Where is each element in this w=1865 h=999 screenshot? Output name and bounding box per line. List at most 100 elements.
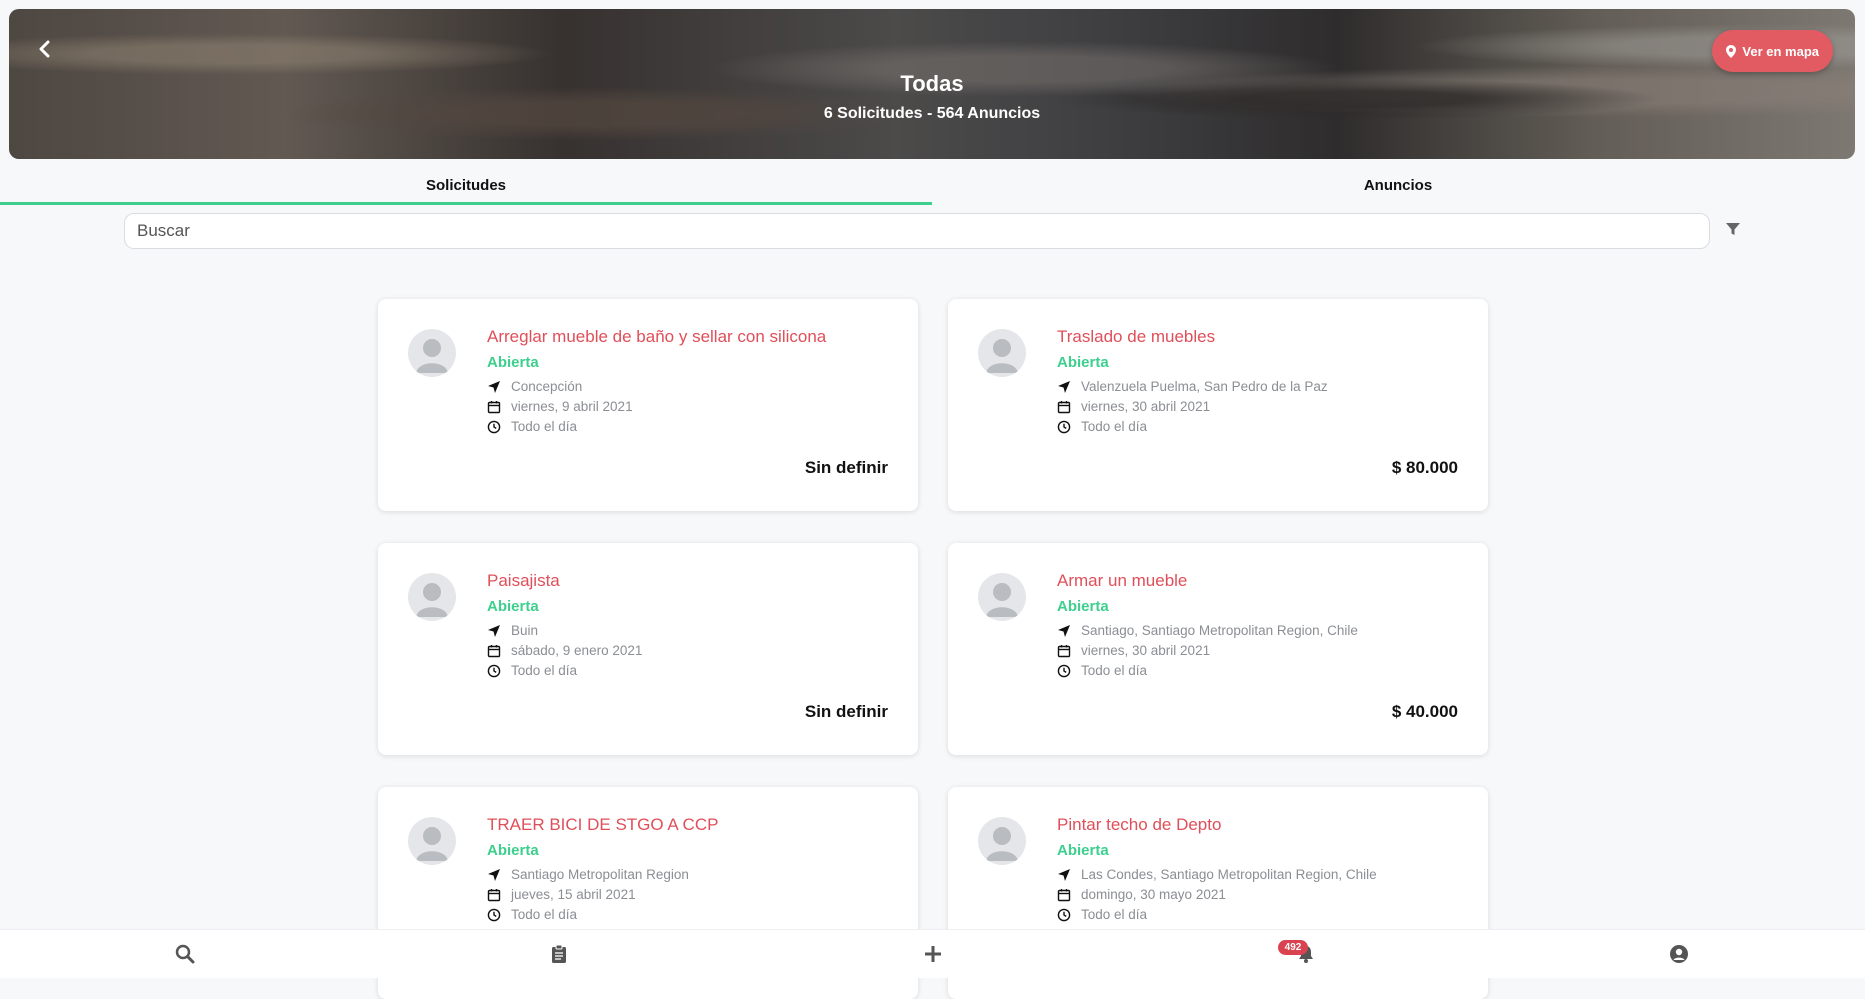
clock-icon bbox=[487, 420, 501, 433]
avatar bbox=[408, 573, 456, 621]
user-placeholder-icon bbox=[416, 827, 448, 861]
time-row: Todo el día bbox=[487, 663, 577, 678]
time-text: Todo el día bbox=[511, 907, 578, 922]
clock-icon bbox=[487, 908, 501, 921]
date-text: sábado, 9 enero 2021 bbox=[511, 643, 643, 658]
nav-requests[interactable] bbox=[549, 944, 569, 964]
clipboard-icon bbox=[552, 944, 566, 963]
page-subtitle: 6 Solicitudes - 564 Anuncios bbox=[823, 105, 1041, 122]
request-card[interactable]: Paisajista Abierta Buin sábado, 9 enero 202… bbox=[378, 543, 918, 755]
location-arrow-icon bbox=[1058, 868, 1070, 881]
tab-anuncios[interactable]: Anuncios bbox=[932, 172, 1864, 205]
time-text: Todo el día bbox=[1081, 419, 1148, 434]
time-text: Todo el día bbox=[511, 419, 578, 434]
location-text: Santiago Metropolitan Region bbox=[511, 867, 689, 882]
time-row: Todo el día bbox=[487, 419, 577, 434]
price-label: $ 80.000 bbox=[1391, 458, 1458, 477]
calendar-icon bbox=[1057, 888, 1071, 901]
time-text: Todo el día bbox=[1081, 907, 1148, 922]
card-title[interactable]: Paisajista bbox=[487, 571, 560, 591]
date-row: viernes, 9 abril 2021 bbox=[487, 399, 633, 414]
card-title[interactable]: Armar un mueble bbox=[1057, 571, 1187, 591]
filter-icon bbox=[1726, 223, 1740, 235]
calendar-icon bbox=[487, 888, 501, 901]
location-text: Santiago, Santiago Metropolitan Region, … bbox=[1081, 623, 1358, 638]
location-row: Santiago, Santiago Metropolitan Region, … bbox=[1057, 623, 1358, 638]
calendar-icon bbox=[487, 400, 501, 413]
map-pin-icon bbox=[1726, 44, 1737, 58]
time-row: Todo el día bbox=[487, 907, 577, 922]
location-row: Santiago Metropolitan Region bbox=[487, 867, 689, 882]
request-card[interactable]: Armar un mueble Abierta Santiago, Santiago… bbox=[948, 543, 1488, 755]
user-placeholder-icon bbox=[986, 339, 1018, 373]
location-row: Las Condes, Santiago Metropolitan Region… bbox=[1057, 867, 1377, 882]
date-text: viernes, 30 abril 2021 bbox=[1081, 399, 1211, 414]
avatar bbox=[978, 817, 1026, 865]
chevron-left-icon bbox=[39, 40, 50, 58]
time-text: Todo el día bbox=[511, 663, 578, 678]
user-placeholder-icon bbox=[416, 583, 448, 617]
status-label: Abierta bbox=[1057, 598, 1109, 615]
clock-icon bbox=[487, 664, 501, 677]
search-icon bbox=[175, 944, 195, 964]
date-row: viernes, 30 abril 2021 bbox=[1057, 643, 1210, 658]
card-title[interactable]: Traslado de muebles bbox=[1057, 327, 1215, 347]
request-card[interactable]: Arreglar mueble de baño y sellar con sil… bbox=[378, 299, 918, 511]
back-button[interactable] bbox=[29, 33, 61, 65]
date-row: sábado, 9 enero 2021 bbox=[487, 643, 642, 658]
date-row: jueves, 15 abril 2021 bbox=[487, 887, 636, 902]
search-input[interactable] bbox=[124, 213, 1710, 249]
clock-icon bbox=[1057, 420, 1071, 433]
price-label: Sin definir bbox=[804, 458, 888, 477]
price-label: $ 40.000 bbox=[1391, 702, 1458, 721]
calendar-icon bbox=[1057, 400, 1071, 413]
view-map-button[interactable]: Ver en mapa bbox=[1712, 30, 1833, 72]
nav-search[interactable] bbox=[175, 944, 195, 964]
hero-banner: Todas 6 Solicitudes - 564 Anuncios Ver e… bbox=[9, 9, 1855, 159]
calendar-icon bbox=[487, 644, 501, 657]
time-text: Todo el día bbox=[1081, 663, 1148, 678]
location-row: Valenzuela Puelma, San Pedro de la Paz bbox=[1057, 379, 1328, 394]
calendar-icon bbox=[1057, 644, 1071, 657]
status-label: Abierta bbox=[487, 842, 539, 859]
avatar bbox=[978, 573, 1026, 621]
time-row: Todo el día bbox=[1057, 907, 1147, 922]
tab-bar: Solicitudes Anuncios bbox=[0, 172, 1865, 205]
time-row: Todo el día bbox=[1057, 663, 1147, 678]
location-arrow-icon bbox=[488, 868, 500, 881]
date-text: domingo, 30 mayo 2021 bbox=[1081, 887, 1226, 902]
status-label: Abierta bbox=[487, 354, 539, 371]
filter-button[interactable] bbox=[1725, 221, 1743, 239]
location-arrow-icon bbox=[488, 624, 500, 637]
clock-icon bbox=[1057, 908, 1071, 921]
tab-solicitudes[interactable]: Solicitudes bbox=[0, 172, 932, 205]
location-arrow-icon bbox=[488, 380, 500, 393]
card-title[interactable]: Arreglar mueble de baño y sellar con sil… bbox=[487, 327, 826, 347]
status-label: Abierta bbox=[1057, 842, 1109, 859]
avatar bbox=[408, 817, 456, 865]
user-placeholder-icon bbox=[416, 339, 448, 373]
notifications-badge: 492 bbox=[1278, 940, 1308, 955]
time-row: Todo el día bbox=[1057, 419, 1147, 434]
card-title[interactable]: Pintar techo de Depto bbox=[1057, 815, 1221, 835]
date-text: viernes, 30 abril 2021 bbox=[1081, 643, 1211, 658]
plus-icon bbox=[925, 946, 941, 962]
user-circle-icon bbox=[1670, 945, 1688, 963]
user-placeholder-icon bbox=[986, 827, 1018, 861]
location-text: Las Condes, Santiago Metropolitan Region… bbox=[1081, 867, 1377, 882]
nav-profile[interactable] bbox=[1669, 944, 1689, 964]
date-text: viernes, 9 abril 2021 bbox=[511, 399, 633, 414]
date-row: domingo, 30 mayo 2021 bbox=[1057, 887, 1226, 902]
request-card[interactable]: Traslado de muebles Abierta Valenzuela Pue… bbox=[948, 299, 1488, 511]
bottom-nav bbox=[0, 929, 1865, 978]
location-arrow-icon bbox=[1058, 380, 1070, 393]
price-label: Sin definir bbox=[804, 702, 888, 721]
location-text: Buin bbox=[511, 623, 539, 638]
date-row: viernes, 30 abril 2021 bbox=[1057, 399, 1210, 414]
location-arrow-icon bbox=[1058, 624, 1070, 637]
location-text: Concepción bbox=[511, 379, 583, 394]
location-row: Concepción bbox=[487, 379, 582, 394]
status-label: Abierta bbox=[1057, 354, 1109, 371]
card-title[interactable]: TRAER BICI DE STGO A CCP bbox=[487, 815, 718, 835]
nav-create[interactable] bbox=[923, 944, 943, 964]
